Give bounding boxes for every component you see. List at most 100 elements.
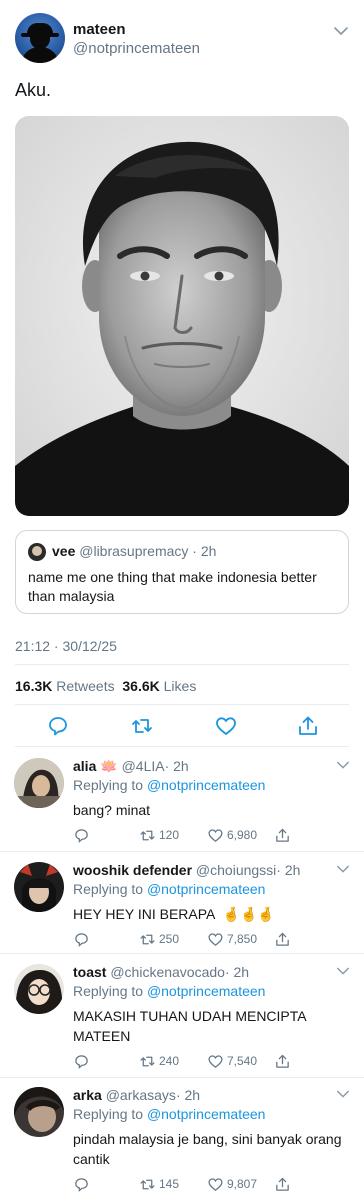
reply-tweet[interactable]: wooshik defender @choiungssi· 2h Replyin… bbox=[0, 862, 364, 948]
reply-avatar[interactable] bbox=[14, 862, 64, 912]
retweets-count[interactable]: 16.3K bbox=[15, 678, 52, 694]
share-button[interactable] bbox=[274, 930, 291, 948]
share-icon bbox=[276, 932, 289, 946]
like-button[interactable]: 7,540 bbox=[207, 1052, 257, 1070]
share-button[interactable] bbox=[274, 1052, 291, 1070]
divider bbox=[0, 851, 364, 852]
replying-to-handle[interactable]: @notprincemateen bbox=[147, 983, 266, 999]
quoted-handle[interactable]: @librasupremacy bbox=[79, 543, 188, 559]
reply-icon bbox=[75, 932, 88, 947]
avatar-photo bbox=[14, 1087, 64, 1137]
heart-icon bbox=[208, 1054, 223, 1068]
retweet-button[interactable]: 250 bbox=[139, 930, 179, 948]
reply-text: HEY HEY INI BERAPA 🤞🤞🤞 bbox=[73, 904, 343, 924]
retweet-icon[interactable] bbox=[130, 714, 154, 738]
heart-icon bbox=[208, 828, 223, 842]
reply-icon bbox=[75, 1054, 88, 1069]
reply-time: · 2h bbox=[164, 758, 189, 774]
replying-to-line: Replying to @notprincemateen bbox=[73, 983, 265, 999]
like-count: 7,850 bbox=[227, 932, 258, 946]
author-avatar[interactable] bbox=[15, 13, 65, 63]
heart-icon bbox=[208, 1177, 223, 1191]
chevron-down-icon[interactable] bbox=[336, 1087, 350, 1101]
author-handle[interactable]: @notprincemateen bbox=[73, 40, 200, 57]
avatar-silhouette-shoulders bbox=[21, 47, 59, 63]
reply-avatar[interactable] bbox=[14, 964, 64, 1014]
retweet-count: 145 bbox=[159, 1177, 180, 1191]
replying-to-handle[interactable]: @notprincemateen bbox=[147, 1106, 266, 1122]
reply-display-name[interactable]: wooshik defender bbox=[73, 862, 192, 878]
chevron-down-icon[interactable] bbox=[336, 964, 350, 978]
avatar-photo bbox=[14, 964, 64, 1014]
like-count: 9,807 bbox=[227, 1177, 258, 1191]
share-icon[interactable] bbox=[296, 714, 320, 738]
reply-author-line: alia 🪷 @4LIA· 2h bbox=[73, 758, 189, 775]
reply-action-bar: 145 9,807 bbox=[73, 1175, 353, 1195]
share-icon bbox=[276, 1177, 289, 1191]
reply-tweet[interactable]: toast @chickenavocado· 2h Replying to @n… bbox=[0, 964, 364, 1074]
reply-text-content: HEY HEY INI BERAPA bbox=[73, 906, 215, 922]
heart-icon[interactable] bbox=[214, 714, 238, 738]
retweet-count: 120 bbox=[159, 828, 180, 842]
reply-avatar[interactable] bbox=[14, 758, 64, 808]
replying-to-label: Replying to bbox=[73, 983, 144, 999]
reply-button[interactable] bbox=[73, 1175, 90, 1193]
reply-display-name[interactable]: alia bbox=[73, 758, 96, 774]
replying-to-handle[interactable]: @notprincemateen bbox=[147, 777, 266, 793]
retweet-button[interactable]: 240 bbox=[139, 1052, 179, 1070]
quoted-author-line: vee @librasupremacy · 2h bbox=[52, 543, 216, 559]
reply-time: · 2h bbox=[224, 964, 250, 980]
reply-handle[interactable]: @chickenavocado bbox=[110, 964, 225, 980]
reply-avatar[interactable] bbox=[14, 1087, 64, 1137]
quoted-display-name[interactable]: vee bbox=[52, 543, 75, 559]
like-button[interactable]: 7,850 bbox=[207, 930, 257, 948]
replying-to-label: Replying to bbox=[73, 777, 144, 793]
reply-tweet[interactable]: alia 🪷 @4LIA· 2h Replying to @notprincem… bbox=[0, 758, 364, 846]
reply-button[interactable] bbox=[73, 930, 90, 948]
reply-button[interactable] bbox=[73, 1052, 90, 1070]
tweet-stats: 16.3K Retweets 36.6K Likes bbox=[15, 678, 196, 694]
chevron-down-icon[interactable] bbox=[336, 758, 350, 772]
reply-time: · 2h bbox=[276, 862, 301, 878]
reply-icon[interactable] bbox=[46, 714, 70, 738]
reply-text: bang? minat bbox=[73, 802, 151, 818]
divider bbox=[15, 746, 349, 747]
retweet-icon bbox=[140, 1179, 155, 1189]
likes-count[interactable]: 36.6K bbox=[122, 678, 159, 694]
reply-tweet[interactable]: arka @arkasays· 2h Replying to @notprinc… bbox=[0, 1087, 364, 1197]
replying-to-handle[interactable]: @notprincemateen bbox=[147, 881, 266, 897]
retweet-button[interactable]: 120 bbox=[139, 826, 179, 844]
like-button[interactable]: 6,980 bbox=[207, 826, 257, 844]
reply-text: pindah malaysia je bang, sini banyak ora… bbox=[73, 1131, 342, 1167]
reply-handle[interactable]: @choiungssi bbox=[196, 862, 276, 878]
reply-author-line: arka @arkasays· 2h bbox=[73, 1087, 200, 1103]
share-button[interactable] bbox=[274, 826, 291, 844]
retweet-button[interactable]: 145 bbox=[139, 1175, 179, 1193]
quoted-time: · 2h bbox=[192, 543, 217, 559]
share-icon bbox=[276, 1054, 289, 1068]
tweet-photo[interactable] bbox=[15, 116, 349, 516]
likes-label[interactable]: Likes bbox=[164, 678, 197, 694]
quoted-tweet[interactable]: vee @librasupremacy · 2h name me one thi… bbox=[15, 530, 349, 614]
author-display-name[interactable]: mateen bbox=[73, 21, 126, 38]
reply-handle[interactable]: @4LIA bbox=[122, 758, 165, 774]
reply-handle[interactable]: @arkasays bbox=[106, 1087, 176, 1103]
heart-icon bbox=[208, 932, 223, 946]
retweets-label[interactable]: Retweets bbox=[56, 678, 114, 694]
chevron-down-icon[interactable] bbox=[333, 23, 349, 39]
like-button[interactable]: 9,807 bbox=[207, 1175, 257, 1193]
reply-icon bbox=[75, 1177, 88, 1192]
tweet-timestamp[interactable]: 21:12 · 30/12/25 bbox=[15, 638, 117, 654]
divider bbox=[15, 664, 349, 665]
reply-button[interactable] bbox=[73, 826, 90, 844]
reply-display-name[interactable]: arka bbox=[73, 1087, 102, 1103]
reply-icon bbox=[75, 828, 88, 843]
quoted-author-avatar[interactable] bbox=[28, 543, 46, 561]
replying-to-line: Replying to @notprincemateen bbox=[73, 777, 265, 793]
tweet-text: Aku. bbox=[15, 80, 52, 100]
reply-display-name[interactable]: toast bbox=[73, 964, 106, 980]
chevron-down-icon[interactable] bbox=[336, 862, 350, 876]
avatar-photo bbox=[14, 862, 64, 912]
divider bbox=[15, 704, 349, 705]
share-button[interactable] bbox=[274, 1175, 291, 1193]
